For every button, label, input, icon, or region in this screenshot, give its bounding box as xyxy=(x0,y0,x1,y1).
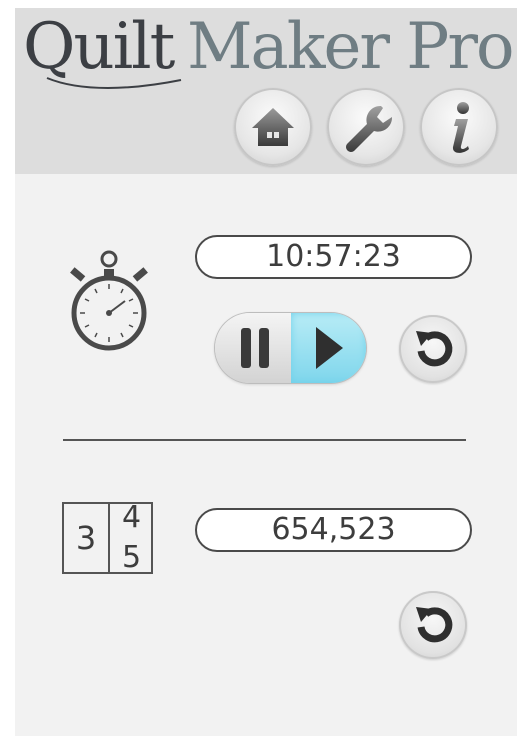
toggle-icons xyxy=(241,327,343,369)
header-bar: Quilt Maker Pro xyxy=(15,8,517,174)
tally-counter-icon: 3 4 5 xyxy=(62,502,153,574)
timer-display: 10:57:23 xyxy=(195,235,472,279)
logo-word-maker-pro: Maker Pro xyxy=(187,10,514,84)
tally-digit-5: 5 xyxy=(121,540,142,572)
reset-icon xyxy=(416,331,453,367)
home-icon xyxy=(252,108,294,146)
tally-digit-3: 3 xyxy=(75,519,97,557)
settings-button[interactable] xyxy=(327,88,405,166)
section-divider xyxy=(63,439,466,441)
logo-swash xyxy=(46,77,182,89)
app-logo: Quilt Maker Pro xyxy=(21,8,517,94)
counter-reset-button[interactable] xyxy=(399,591,467,659)
reset-icon xyxy=(416,607,453,643)
app-panel: Quilt Maker Pro 10:57:23 3 4 5 654,523 xyxy=(15,8,517,736)
home-button[interactable] xyxy=(234,88,312,166)
play-pause-toggle[interactable] xyxy=(215,313,366,383)
pause-icon xyxy=(241,328,269,368)
info-button[interactable] xyxy=(420,88,498,166)
tally-digit-4: 4 xyxy=(121,500,142,535)
timer-reset-button[interactable] xyxy=(399,315,467,383)
stopwatch-icon xyxy=(70,250,148,351)
info-icon xyxy=(452,102,469,153)
wrench-icon xyxy=(346,105,393,152)
counter-display: 654,523 xyxy=(195,508,472,552)
play-icon xyxy=(316,327,343,369)
